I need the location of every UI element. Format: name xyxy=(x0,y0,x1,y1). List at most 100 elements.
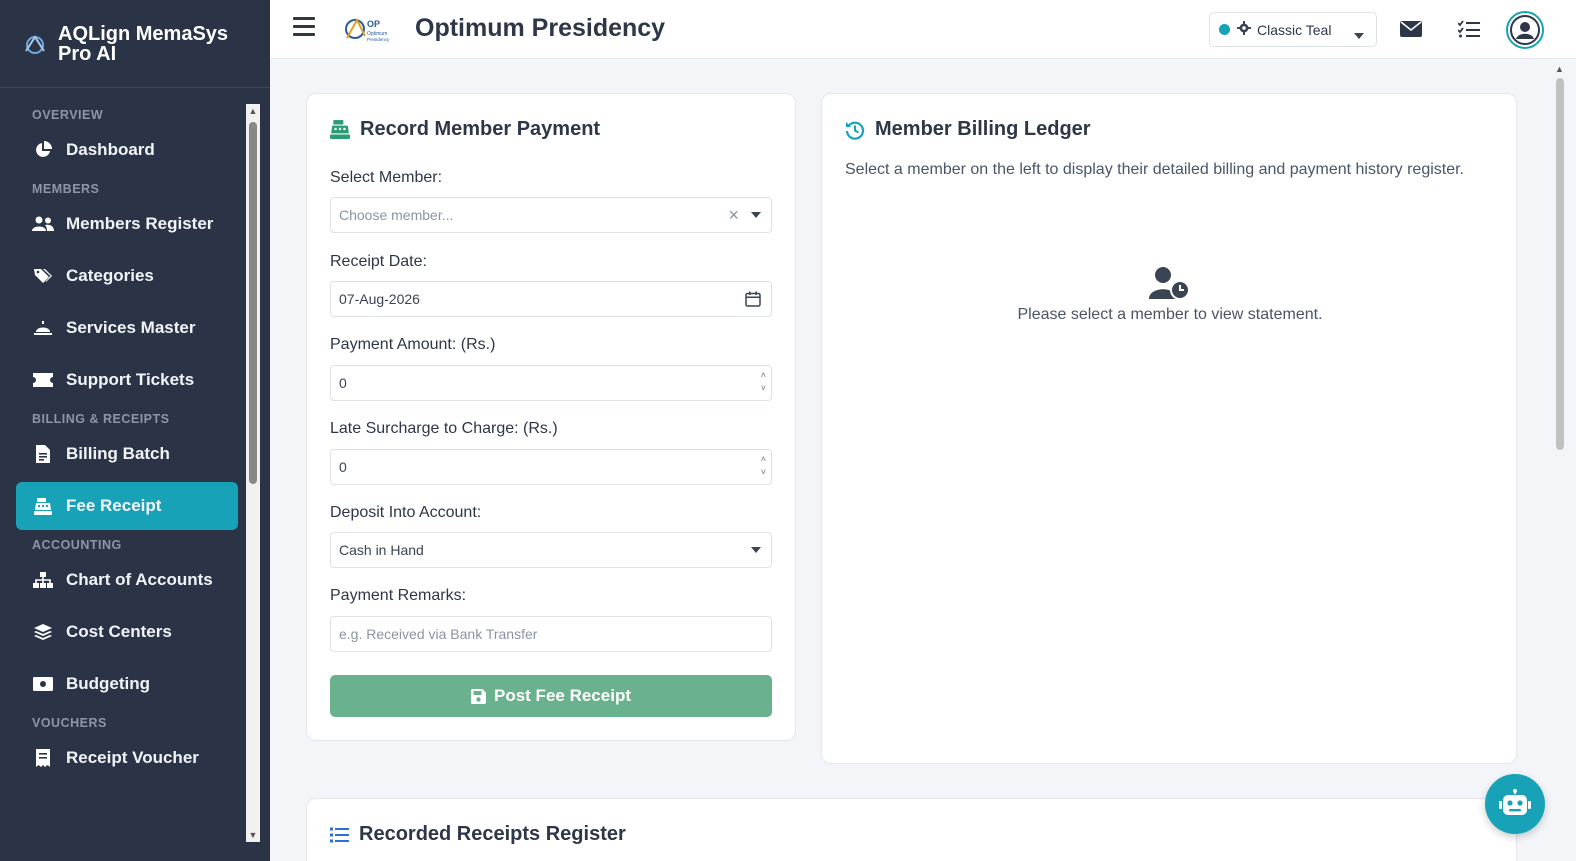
sidebar-nav: OVERVIEW Dashboard MEMBERS Members Regis… xyxy=(0,104,248,844)
scroll-up-arrow-icon[interactable]: ▲ xyxy=(1555,64,1564,74)
sidebar-item-label: Cost Centers xyxy=(66,622,172,641)
post-fee-receipt-button[interactable]: Post Fee Receipt xyxy=(330,675,772,717)
sidebar-item-label: Services Master xyxy=(66,318,196,337)
sidebar-item-support-tickets[interactable]: Support Tickets xyxy=(16,356,238,404)
payment-remarks-placeholder: e.g. Received via Bank Transfer xyxy=(339,626,538,642)
sidebar-item-fee-receipt[interactable]: Fee Receipt xyxy=(16,482,238,530)
top-bar: OP Optimum Presidency Optimum Presidency… xyxy=(270,0,1576,59)
select-member-placeholder: Choose member... xyxy=(339,207,454,223)
nav-section-overview: OVERVIEW xyxy=(32,108,104,122)
late-surcharge-value: 0 xyxy=(339,459,347,475)
sidebar-item-cost-centers[interactable]: Cost Centers xyxy=(16,608,238,656)
card-title-text: Member Billing Ledger xyxy=(875,118,1091,140)
nav-section-vouchers: VOUCHERS xyxy=(32,716,107,730)
number-spinner[interactable]: ˄ ˅ xyxy=(761,453,766,479)
org-logo: OP Optimum Presidency xyxy=(345,17,390,42)
select-member-controls: × xyxy=(728,198,761,232)
payment-amount-input[interactable]: 0 ˄ ˅ xyxy=(330,365,772,401)
file-invoice-icon xyxy=(32,443,54,465)
late-surcharge-input[interactable]: 0 ˄ ˅ xyxy=(330,449,772,485)
chevron-down-icon xyxy=(1354,26,1364,42)
sidebar-item-budgeting[interactable]: Budgeting xyxy=(16,660,238,708)
ticket-icon xyxy=(32,369,54,391)
scroll-down-arrow-icon[interactable]: ▼ xyxy=(246,828,260,842)
user-avatar[interactable] xyxy=(1506,11,1544,49)
scroll-up-arrow-icon[interactable]: ▲ xyxy=(246,104,260,118)
post-fee-receipt-label: Post Fee Receipt xyxy=(494,686,631,705)
receipt-date-value: 07-Aug-2026 xyxy=(339,291,420,307)
sidebar-item-label: Members Register xyxy=(66,214,214,233)
chevron-down-icon xyxy=(751,212,761,218)
sidebar-item-label: Billing Batch xyxy=(66,444,170,463)
sidebar-scroll-thumb[interactable] xyxy=(249,122,257,484)
sidebar-item-services-master[interactable]: Services Master xyxy=(16,304,238,352)
sidebar-item-label: Budgeting xyxy=(66,674,151,693)
clear-icon[interactable]: × xyxy=(728,205,739,226)
receipt-date-input[interactable]: 07-Aug-2026 xyxy=(330,281,772,317)
cash-register-icon xyxy=(330,120,350,139)
deposit-account-value: Cash in Hand xyxy=(339,542,424,558)
late-surcharge-label: Late Surcharge to Charge: (Rs.) xyxy=(330,420,558,437)
chart-pie-icon xyxy=(32,139,54,161)
theme-select-value: Classic Teal xyxy=(1257,21,1332,38)
sidebar-item-billing-batch[interactable]: Billing Batch xyxy=(16,430,238,478)
theme-select[interactable]: Classic Teal xyxy=(1209,12,1377,47)
sidebar-item-categories[interactable]: Categories xyxy=(16,252,238,300)
receipts-register-card: Recorded Receipts Register xyxy=(306,798,1517,861)
select-member-label: Select Member: xyxy=(330,169,443,186)
nav-section-billing: BILLING & RECEIPTS xyxy=(32,412,170,426)
robot-icon xyxy=(1499,789,1531,815)
payment-remarks-label: Payment Remarks: xyxy=(330,587,467,604)
receipt-icon xyxy=(32,747,54,769)
sidebar-item-label: Fee Receipt xyxy=(66,496,162,515)
bell-concierge-icon xyxy=(32,317,54,339)
sidebar-item-label: Receipt Voucher xyxy=(66,748,199,767)
payment-amount-value: 0 xyxy=(339,375,347,391)
payment-remarks-input[interactable]: e.g. Received via Bank Transfer xyxy=(330,616,772,652)
page-title: Optimum Presidency xyxy=(415,14,666,42)
chevron-down-icon xyxy=(751,533,761,567)
nav-section-members: MEMBERS xyxy=(32,182,100,196)
svg-text:OP: OP xyxy=(367,19,380,29)
deposit-account-select[interactable]: Cash in Hand xyxy=(330,532,772,568)
page-scrollbar[interactable]: ▲ xyxy=(1552,62,1568,861)
number-spinner[interactable]: ˄ ˅ xyxy=(761,369,766,395)
sidebar-scrollbar[interactable]: ▲ ▼ xyxy=(246,104,260,842)
list-icon xyxy=(330,827,349,843)
sidebar-item-receipt-voucher[interactable]: Receipt Voucher xyxy=(16,734,238,782)
tags-icon xyxy=(32,265,54,287)
record-payment-card: Record Member Payment Select Member: Cho… xyxy=(306,93,796,741)
billing-ledger-title: Member Billing Ledger xyxy=(845,118,1091,141)
chatbot-button[interactable] xyxy=(1485,774,1545,834)
ledger-empty-state: Please select a member to view statement… xyxy=(822,266,1518,324)
sidebar-item-label: Categories xyxy=(66,266,154,285)
brand[interactable]: AQLign MemaSys Pro AI xyxy=(0,0,270,88)
deposit-account-label: Deposit Into Account: xyxy=(330,504,482,521)
nav-section-accounting: ACCOUNTING xyxy=(32,538,122,552)
sidebar-item-dashboard[interactable]: Dashboard xyxy=(16,126,238,174)
record-payment-title: Record Member Payment xyxy=(330,118,600,141)
sidebar-item-label: Chart of Accounts xyxy=(66,570,213,589)
sidebar-item-label: Support Tickets xyxy=(66,370,195,389)
hamburger-menu-icon[interactable] xyxy=(293,17,315,37)
layer-group-icon xyxy=(32,621,54,643)
cash-register-icon xyxy=(32,495,54,517)
svg-text:Presidency: Presidency xyxy=(367,37,390,42)
users-icon xyxy=(32,213,54,235)
sidebar-item-members-register[interactable]: Members Register xyxy=(16,200,238,248)
sidebar: AQLign MemaSys Pro AI OVERVIEW Dashboard… xyxy=(0,0,270,861)
theme-color-dot xyxy=(1219,24,1230,35)
sitemap-icon xyxy=(32,569,54,591)
page-scroll-thumb[interactable] xyxy=(1556,78,1564,450)
ledger-empty-message: Please select a member to view statement… xyxy=(1017,306,1323,323)
envelope-icon[interactable] xyxy=(1399,17,1423,41)
select-member-dropdown[interactable]: Choose member... × xyxy=(330,197,772,233)
calendar-icon[interactable] xyxy=(745,282,761,316)
sidebar-item-label: Dashboard xyxy=(66,140,155,159)
tasks-list-icon[interactable] xyxy=(1457,17,1481,41)
ledger-description: Select a member on the left to display t… xyxy=(845,161,1464,178)
brand-logo-icon xyxy=(25,34,45,54)
payment-amount-label: Payment Amount: (Rs.) xyxy=(330,336,496,353)
app-name: AQLign MemaSys Pro AI xyxy=(58,22,229,65)
sidebar-item-chart-of-accounts[interactable]: Chart of Accounts xyxy=(16,556,238,604)
